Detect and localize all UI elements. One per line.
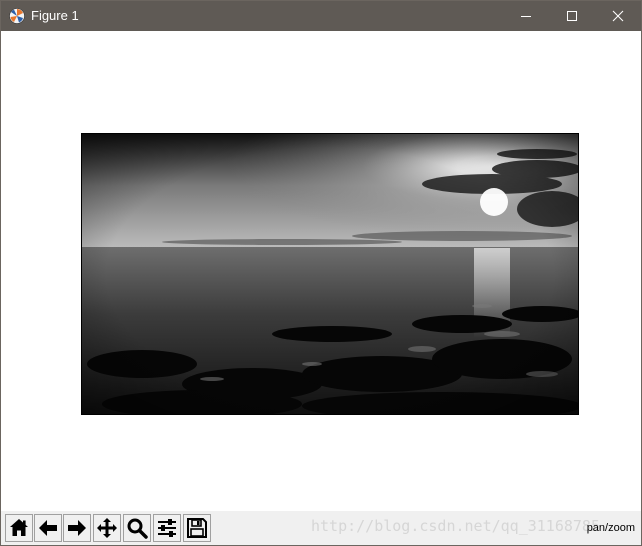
image-axes[interactable] [81,133,579,415]
minimize-icon [521,16,531,17]
subplots-button[interactable] [153,514,181,542]
close-button[interactable] [595,1,641,31]
subplots-icon [158,519,176,537]
home-button[interactable] [5,514,33,542]
zoom-icon [127,518,148,539]
maximize-icon [567,11,577,21]
forward-button[interactable] [63,514,91,542]
minimize-button[interactable] [503,1,549,31]
pan-icon [97,518,117,538]
figure-canvas[interactable] [1,31,641,511]
forward-arrow-icon [68,520,86,536]
maximize-button[interactable] [549,1,595,31]
navigation-toolbar: http://blog.csdn.net/qq_31168785 pan/zoo… [1,511,641,545]
watermark-text: http://blog.csdn.net/qq_31168785 [311,517,600,535]
window-title: Figure 1 [31,8,79,23]
back-button[interactable] [34,514,62,542]
zoom-button[interactable] [123,514,151,542]
save-button[interactable] [183,514,211,542]
matplotlib-icon [9,8,25,24]
title-bar[interactable]: Figure 1 [1,1,641,31]
close-icon [612,10,624,22]
grayscale-seascape-image [82,134,578,414]
figure-window: Figure 1 http://blog.csdn.net/qq_3116878… [0,0,642,546]
home-icon [10,519,28,536]
status-message: pan/zoom [586,522,635,534]
save-icon [187,518,207,538]
back-arrow-icon [39,520,57,536]
pan-button[interactable] [93,514,121,542]
